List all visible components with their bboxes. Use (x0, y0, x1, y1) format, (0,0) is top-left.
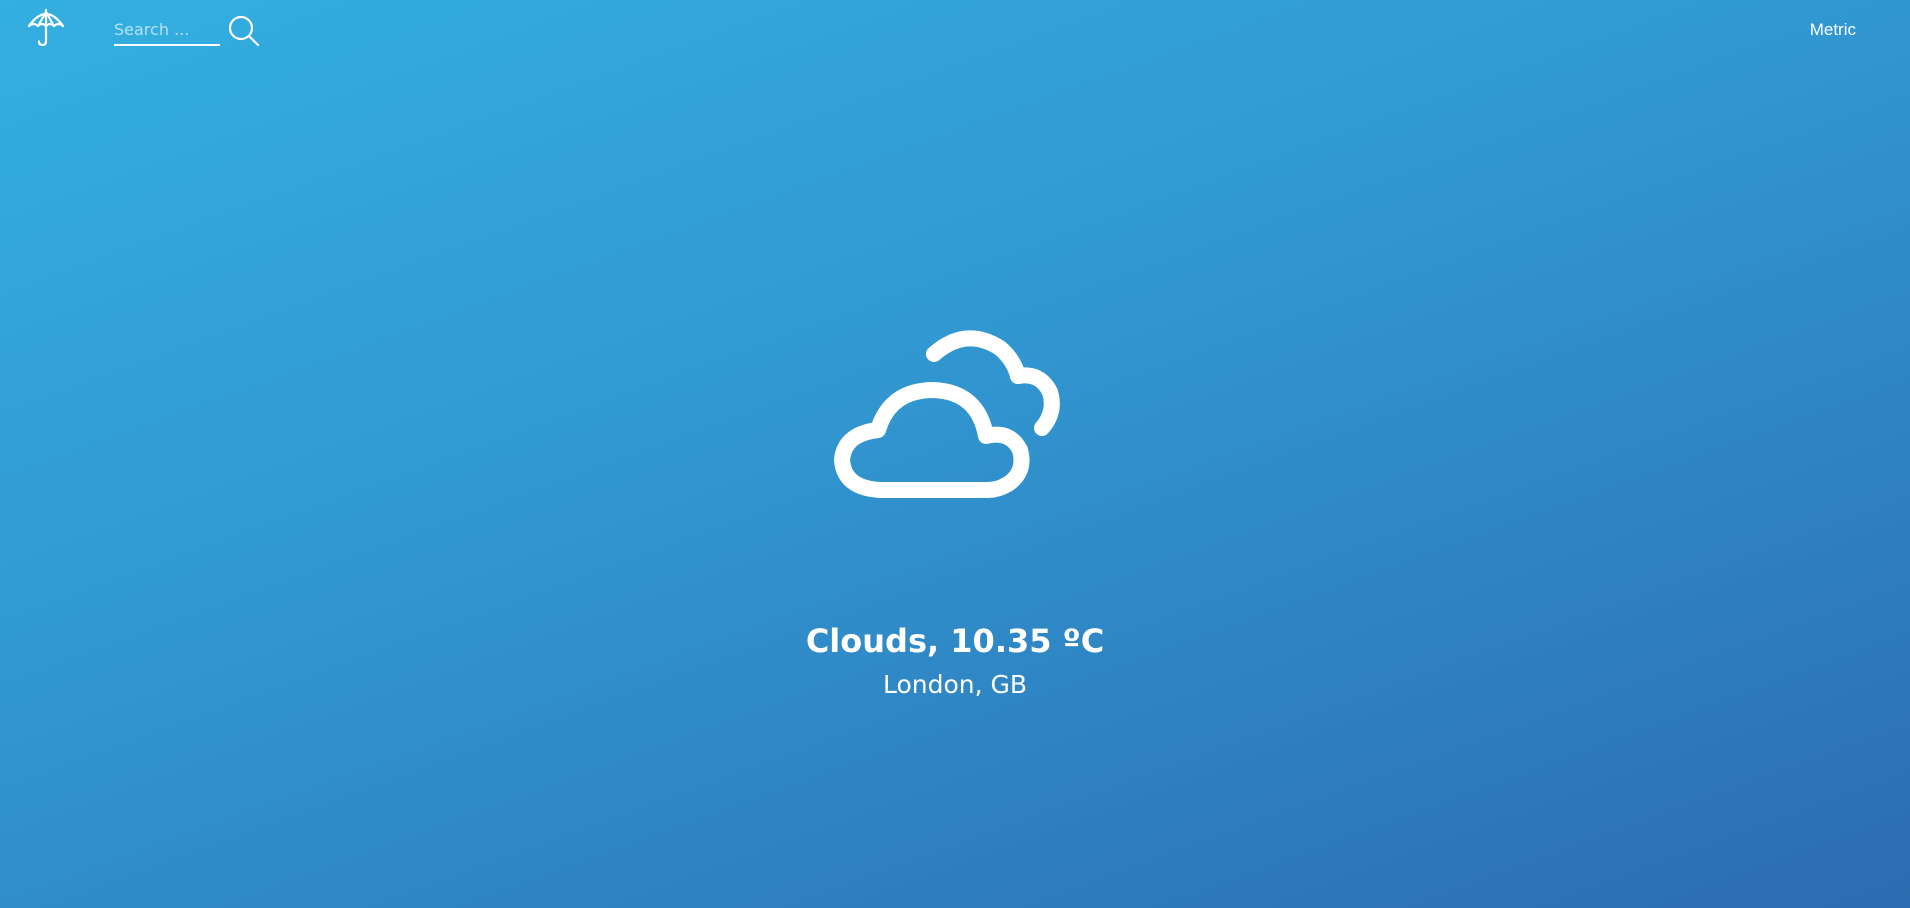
units-toggle[interactable]: Metric (1810, 20, 1856, 40)
location-label: London, GB (882, 670, 1028, 699)
search-input[interactable] (114, 16, 220, 46)
umbrella-icon[interactable] (26, 8, 66, 47)
search-button[interactable] (226, 14, 262, 50)
top-bar: Metric (0, 0, 1910, 62)
search-icon (227, 15, 261, 51)
weather-summary: Clouds, 10.35 ºC (805, 622, 1105, 660)
clouds-icon (828, 318, 1088, 518)
